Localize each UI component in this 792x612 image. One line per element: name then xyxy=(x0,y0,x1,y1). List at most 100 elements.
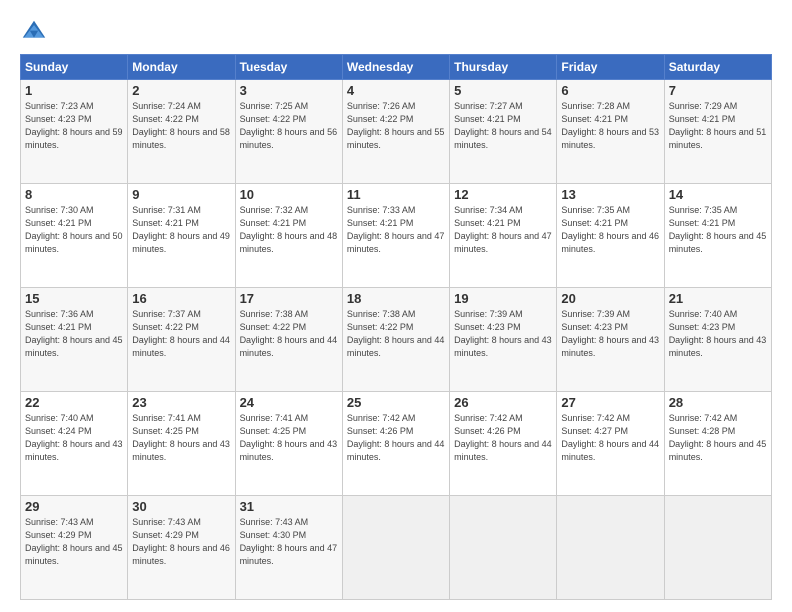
calendar-cell: 20 Sunrise: 7:39 AMSunset: 4:23 PMDaylig… xyxy=(557,288,664,392)
day-info: Sunrise: 7:42 AMSunset: 4:28 PMDaylight:… xyxy=(669,413,767,462)
day-number: 10 xyxy=(240,187,338,202)
day-number: 6 xyxy=(561,83,659,98)
calendar-cell: 3 Sunrise: 7:25 AMSunset: 4:22 PMDayligh… xyxy=(235,80,342,184)
calendar-week-4: 22 Sunrise: 7:40 AMSunset: 4:24 PMDaylig… xyxy=(21,392,772,496)
calendar-cell: 10 Sunrise: 7:32 AMSunset: 4:21 PMDaylig… xyxy=(235,184,342,288)
calendar-cell: 28 Sunrise: 7:42 AMSunset: 4:28 PMDaylig… xyxy=(664,392,771,496)
day-info: Sunrise: 7:42 AMSunset: 4:26 PMDaylight:… xyxy=(347,413,445,462)
day-number: 28 xyxy=(669,395,767,410)
calendar-cell: 17 Sunrise: 7:38 AMSunset: 4:22 PMDaylig… xyxy=(235,288,342,392)
page: SundayMondayTuesdayWednesdayThursdayFrid… xyxy=(0,0,792,612)
day-number: 15 xyxy=(25,291,123,306)
logo-icon xyxy=(20,18,48,46)
calendar-week-5: 29 Sunrise: 7:43 AMSunset: 4:29 PMDaylig… xyxy=(21,496,772,600)
day-info: Sunrise: 7:27 AMSunset: 4:21 PMDaylight:… xyxy=(454,101,552,150)
calendar-cell: 4 Sunrise: 7:26 AMSunset: 4:22 PMDayligh… xyxy=(342,80,449,184)
calendar-cell: 8 Sunrise: 7:30 AMSunset: 4:21 PMDayligh… xyxy=(21,184,128,288)
calendar-week-2: 8 Sunrise: 7:30 AMSunset: 4:21 PMDayligh… xyxy=(21,184,772,288)
day-number: 29 xyxy=(25,499,123,514)
day-number: 2 xyxy=(132,83,230,98)
calendar-cell: 2 Sunrise: 7:24 AMSunset: 4:22 PMDayligh… xyxy=(128,80,235,184)
weekday-header-friday: Friday xyxy=(557,55,664,80)
calendar-cell: 14 Sunrise: 7:35 AMSunset: 4:21 PMDaylig… xyxy=(664,184,771,288)
day-info: Sunrise: 7:38 AMSunset: 4:22 PMDaylight:… xyxy=(240,309,338,358)
day-info: Sunrise: 7:36 AMSunset: 4:21 PMDaylight:… xyxy=(25,309,123,358)
day-number: 19 xyxy=(454,291,552,306)
day-number: 24 xyxy=(240,395,338,410)
day-info: Sunrise: 7:37 AMSunset: 4:22 PMDaylight:… xyxy=(132,309,230,358)
day-info: Sunrise: 7:35 AMSunset: 4:21 PMDaylight:… xyxy=(669,205,767,254)
day-info: Sunrise: 7:42 AMSunset: 4:26 PMDaylight:… xyxy=(454,413,552,462)
day-number: 8 xyxy=(25,187,123,202)
day-number: 26 xyxy=(454,395,552,410)
calendar-cell: 22 Sunrise: 7:40 AMSunset: 4:24 PMDaylig… xyxy=(21,392,128,496)
calendar-cell: 27 Sunrise: 7:42 AMSunset: 4:27 PMDaylig… xyxy=(557,392,664,496)
day-number: 16 xyxy=(132,291,230,306)
day-number: 23 xyxy=(132,395,230,410)
day-number: 9 xyxy=(132,187,230,202)
day-info: Sunrise: 7:29 AMSunset: 4:21 PMDaylight:… xyxy=(669,101,767,150)
weekday-header-sunday: Sunday xyxy=(21,55,128,80)
weekday-header-wednesday: Wednesday xyxy=(342,55,449,80)
day-number: 3 xyxy=(240,83,338,98)
calendar-cell: 16 Sunrise: 7:37 AMSunset: 4:22 PMDaylig… xyxy=(128,288,235,392)
day-info: Sunrise: 7:28 AMSunset: 4:21 PMDaylight:… xyxy=(561,101,659,150)
weekday-header-monday: Monday xyxy=(128,55,235,80)
day-number: 18 xyxy=(347,291,445,306)
weekday-header-row: SundayMondayTuesdayWednesdayThursdayFrid… xyxy=(21,55,772,80)
day-number: 14 xyxy=(669,187,767,202)
calendar-cell: 5 Sunrise: 7:27 AMSunset: 4:21 PMDayligh… xyxy=(450,80,557,184)
day-info: Sunrise: 7:43 AMSunset: 4:29 PMDaylight:… xyxy=(132,517,230,566)
calendar-cell: 1 Sunrise: 7:23 AMSunset: 4:23 PMDayligh… xyxy=(21,80,128,184)
day-number: 12 xyxy=(454,187,552,202)
calendar-cell: 6 Sunrise: 7:28 AMSunset: 4:21 PMDayligh… xyxy=(557,80,664,184)
day-number: 4 xyxy=(347,83,445,98)
calendar-cell: 13 Sunrise: 7:35 AMSunset: 4:21 PMDaylig… xyxy=(557,184,664,288)
calendar-cell: 7 Sunrise: 7:29 AMSunset: 4:21 PMDayligh… xyxy=(664,80,771,184)
day-number: 17 xyxy=(240,291,338,306)
day-info: Sunrise: 7:41 AMSunset: 4:25 PMDaylight:… xyxy=(132,413,230,462)
day-info: Sunrise: 7:31 AMSunset: 4:21 PMDaylight:… xyxy=(132,205,230,254)
calendar-cell: 30 Sunrise: 7:43 AMSunset: 4:29 PMDaylig… xyxy=(128,496,235,600)
day-info: Sunrise: 7:26 AMSunset: 4:22 PMDaylight:… xyxy=(347,101,445,150)
day-number: 27 xyxy=(561,395,659,410)
day-info: Sunrise: 7:42 AMSunset: 4:27 PMDaylight:… xyxy=(561,413,659,462)
calendar-cell xyxy=(557,496,664,600)
calendar-cell: 26 Sunrise: 7:42 AMSunset: 4:26 PMDaylig… xyxy=(450,392,557,496)
calendar-week-1: 1 Sunrise: 7:23 AMSunset: 4:23 PMDayligh… xyxy=(21,80,772,184)
day-number: 13 xyxy=(561,187,659,202)
day-number: 22 xyxy=(25,395,123,410)
day-info: Sunrise: 7:32 AMSunset: 4:21 PMDaylight:… xyxy=(240,205,338,254)
calendar-table: SundayMondayTuesdayWednesdayThursdayFrid… xyxy=(20,54,772,600)
calendar-cell xyxy=(664,496,771,600)
day-number: 30 xyxy=(132,499,230,514)
calendar-cell xyxy=(450,496,557,600)
day-info: Sunrise: 7:30 AMSunset: 4:21 PMDaylight:… xyxy=(25,205,123,254)
day-info: Sunrise: 7:40 AMSunset: 4:24 PMDaylight:… xyxy=(25,413,123,462)
day-number: 11 xyxy=(347,187,445,202)
calendar-cell: 19 Sunrise: 7:39 AMSunset: 4:23 PMDaylig… xyxy=(450,288,557,392)
day-info: Sunrise: 7:43 AMSunset: 4:29 PMDaylight:… xyxy=(25,517,123,566)
calendar-cell: 18 Sunrise: 7:38 AMSunset: 4:22 PMDaylig… xyxy=(342,288,449,392)
day-info: Sunrise: 7:33 AMSunset: 4:21 PMDaylight:… xyxy=(347,205,445,254)
calendar-cell xyxy=(342,496,449,600)
day-number: 7 xyxy=(669,83,767,98)
day-number: 1 xyxy=(25,83,123,98)
day-number: 25 xyxy=(347,395,445,410)
day-number: 31 xyxy=(240,499,338,514)
day-info: Sunrise: 7:35 AMSunset: 4:21 PMDaylight:… xyxy=(561,205,659,254)
calendar-cell: 24 Sunrise: 7:41 AMSunset: 4:25 PMDaylig… xyxy=(235,392,342,496)
header xyxy=(20,18,772,46)
day-info: Sunrise: 7:41 AMSunset: 4:25 PMDaylight:… xyxy=(240,413,338,462)
logo xyxy=(20,18,52,46)
calendar-cell: 9 Sunrise: 7:31 AMSunset: 4:21 PMDayligh… xyxy=(128,184,235,288)
calendar-cell: 21 Sunrise: 7:40 AMSunset: 4:23 PMDaylig… xyxy=(664,288,771,392)
day-info: Sunrise: 7:38 AMSunset: 4:22 PMDaylight:… xyxy=(347,309,445,358)
calendar-cell: 29 Sunrise: 7:43 AMSunset: 4:29 PMDaylig… xyxy=(21,496,128,600)
day-number: 5 xyxy=(454,83,552,98)
calendar-cell: 31 Sunrise: 7:43 AMSunset: 4:30 PMDaylig… xyxy=(235,496,342,600)
weekday-header-saturday: Saturday xyxy=(664,55,771,80)
day-number: 20 xyxy=(561,291,659,306)
day-info: Sunrise: 7:24 AMSunset: 4:22 PMDaylight:… xyxy=(132,101,230,150)
day-number: 21 xyxy=(669,291,767,306)
